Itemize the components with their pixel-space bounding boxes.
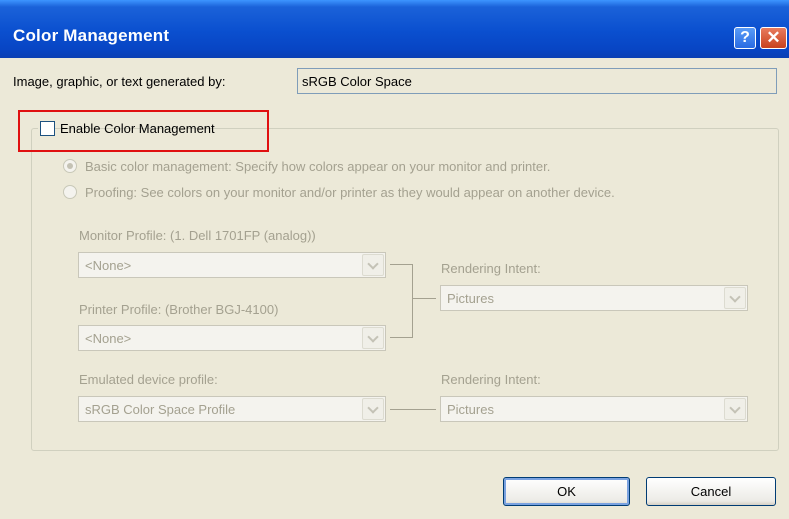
connector-line xyxy=(390,337,413,338)
generated-by-label: Image, graphic, or text generated by: xyxy=(13,74,226,89)
chevron-down-icon[interactable] xyxy=(362,254,384,276)
monitor-profile-label: Monitor Profile: (1. Dell 1701FP (analog… xyxy=(79,228,316,243)
emulated-profile-select[interactable]: sRGB Color Space Profile xyxy=(78,396,386,422)
rendering-intent-select[interactable]: Pictures xyxy=(440,285,748,311)
printer-profile-select[interactable]: <None> xyxy=(78,325,386,351)
connector-line xyxy=(412,264,413,338)
highlight-box xyxy=(18,110,269,152)
chevron-down-icon[interactable] xyxy=(362,327,384,349)
title-bar[interactable]: Color Management ? ✕ xyxy=(0,0,789,58)
printer-profile-label: Printer Profile: (Brother BGJ-4100) xyxy=(79,302,279,317)
monitor-profile-select[interactable]: <None> xyxy=(78,252,386,278)
basic-mode-radio[interactable] xyxy=(63,159,77,173)
ok-button[interactable]: OK xyxy=(503,477,630,506)
emulated-profile-value: sRGB Color Space Profile xyxy=(85,402,236,417)
help-icon[interactable]: ? xyxy=(734,27,756,49)
chevron-down-icon[interactable] xyxy=(362,398,384,420)
window-title: Color Management xyxy=(13,26,170,45)
rendering-intent-2-label: Rendering Intent: xyxy=(441,372,541,387)
proofing-mode-radio[interactable] xyxy=(63,185,77,199)
cancel-button[interactable]: Cancel xyxy=(646,477,776,506)
connector-line xyxy=(390,264,413,265)
rendering-intent-2-value: Pictures xyxy=(447,402,494,417)
emulated-profile-label: Emulated device profile: xyxy=(79,372,218,387)
rendering-intent-value: Pictures xyxy=(447,291,494,306)
help-glyph: ? xyxy=(740,29,750,46)
printer-profile-value: <None> xyxy=(85,331,132,346)
monitor-profile-value: <None> xyxy=(85,258,132,273)
rendering-intent-label: Rendering Intent: xyxy=(441,261,541,276)
proofing-mode-label: Proofing: See colors on your monitor and… xyxy=(85,185,615,200)
close-glyph: ✕ xyxy=(766,28,781,47)
chevron-down-icon[interactable] xyxy=(724,287,746,309)
connector-line xyxy=(390,409,436,410)
basic-mode-label: Basic color management: Specify how colo… xyxy=(85,159,551,174)
chevron-down-icon[interactable] xyxy=(724,398,746,420)
generated-by-field: sRGB Color Space xyxy=(297,68,777,94)
connector-line xyxy=(412,298,436,299)
rendering-intent-2-select[interactable]: Pictures xyxy=(440,396,748,422)
color-management-dialog: Color Management ? ✕ Image, graphic, or … xyxy=(0,0,789,519)
close-icon[interactable]: ✕ xyxy=(760,27,787,49)
